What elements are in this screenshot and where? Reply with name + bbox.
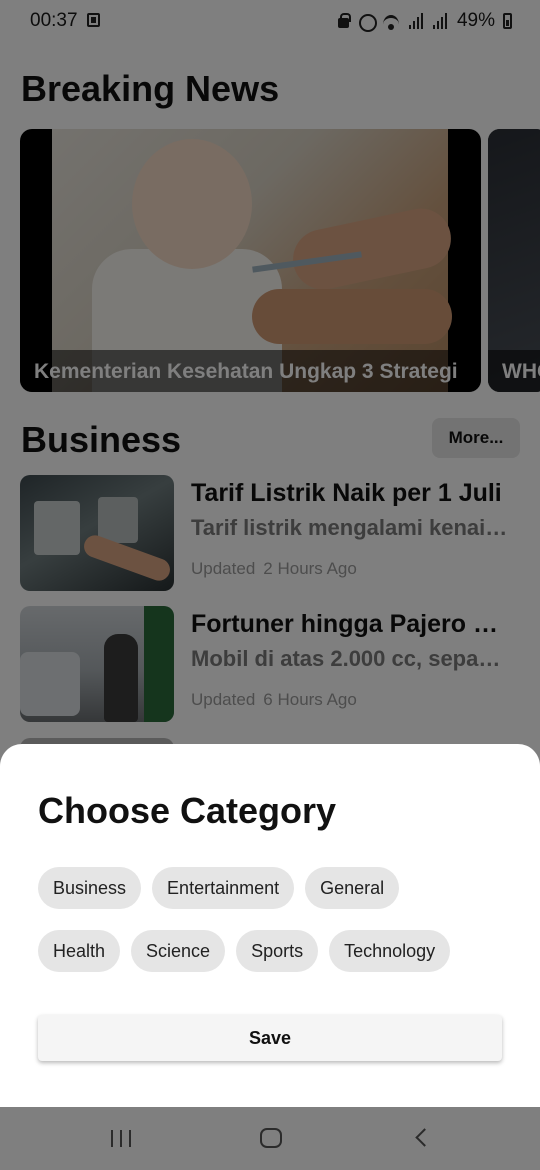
- category-bottom-sheet: Choose Category Business Entertainment G…: [0, 744, 540, 1107]
- app-screen: 00:37 49% Breaking News Kementerian Kese…: [0, 0, 540, 1170]
- recents-icon[interactable]: [111, 1130, 131, 1147]
- category-chip-entertainment[interactable]: Entertainment: [152, 867, 295, 909]
- category-chip-row: Business Entertainment General: [38, 867, 400, 909]
- back-icon[interactable]: [415, 1128, 434, 1147]
- category-chip-sports[interactable]: Sports: [236, 930, 319, 972]
- category-chip-general[interactable]: General: [305, 867, 400, 909]
- navigation-bar: [0, 1107, 540, 1170]
- category-chip-row: Health Science Sports Technology: [38, 930, 451, 972]
- home-icon[interactable]: [260, 1128, 282, 1148]
- category-chip-science[interactable]: Science: [131, 930, 226, 972]
- category-chip-business[interactable]: Business: [38, 867, 142, 909]
- category-chip-health[interactable]: Health: [38, 930, 121, 972]
- category-chip-technology[interactable]: Technology: [329, 930, 451, 972]
- save-button[interactable]: Save: [38, 1015, 502, 1061]
- sheet-title: Choose Category: [38, 790, 337, 831]
